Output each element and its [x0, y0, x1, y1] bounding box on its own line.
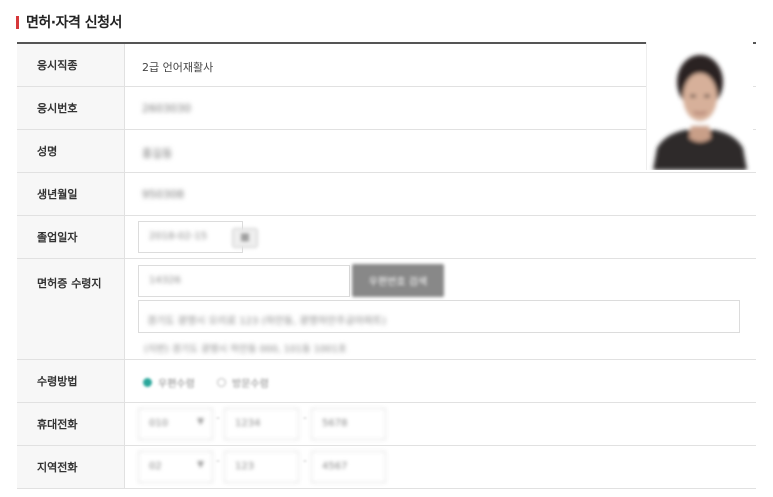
mobile-prefix-select[interactable]: 010 ▼ — [138, 408, 213, 440]
label-exam-number: 응시번호 — [17, 87, 125, 129]
label-mobile-phone: 휴대전화 — [17, 403, 125, 445]
label-exam-type: 응시직종 — [17, 44, 125, 86]
phone-separator: - — [216, 411, 220, 424]
label-license-address: 면허증 수령지 — [17, 259, 125, 359]
calendar-icon[interactable]: ▦ — [232, 228, 258, 248]
mobile-middle-value: 1234 — [235, 418, 261, 429]
chevron-down-icon: ▼ — [197, 460, 204, 470]
application-form-page: 면허·자격 신청서 응시직종 2급 언어재활사 응시번호 2603030 성명 … — [0, 0, 773, 497]
road-address-input[interactable]: 경기도 광명시 오리로 123 (하안동, 광명하안주공아파트) — [138, 300, 740, 333]
title-accent-bar — [16, 15, 19, 29]
mobile-prefix-value: 010 — [149, 418, 169, 429]
row-local-phone: 지역전화 02 ▼ - 123 - 4567 — [17, 446, 756, 489]
local-middle-value: 123 — [235, 461, 255, 472]
local-prefix-value: 02 — [149, 461, 162, 472]
row-mobile-phone: 휴대전화 010 ▼ - 1234 - 5678 — [17, 403, 756, 446]
value-birth-date: 950308 — [142, 188, 184, 201]
cell-license-address: 14326 우편번호 검색 경기도 광명시 오리로 123 (하안동, 광명하안… — [125, 259, 756, 359]
radio-selected-indicator — [143, 378, 152, 387]
local-last-input[interactable]: 4567 — [311, 451, 386, 483]
cell-receive-method: 우편수령 방문수령 — [125, 360, 756, 402]
value-exam-type: 2급 언어재활사 — [142, 61, 214, 74]
road-address-value: 경기도 광명시 오리로 123 (하안동, 광명하안주공아파트) — [147, 316, 387, 327]
local-middle-input[interactable]: 123 — [224, 451, 299, 483]
label-receive-method: 수령방법 — [17, 360, 125, 402]
phone-separator: - — [216, 454, 220, 467]
local-last-value: 4567 — [322, 461, 348, 472]
graduation-date-value: 2018-02-15 — [149, 231, 208, 242]
radio-mail-label: 우편수령 — [158, 379, 195, 390]
applicant-photo-image — [647, 42, 753, 170]
form-title-row: 면허·자격 신청서 — [16, 12, 122, 32]
radio-unselected-indicator — [217, 378, 226, 387]
applicant-photo — [646, 42, 753, 170]
local-prefix-select[interactable]: 02 ▼ — [138, 451, 213, 483]
mobile-last-input[interactable]: 5678 — [311, 408, 386, 440]
mobile-middle-input[interactable]: 1234 — [224, 408, 299, 440]
phone-separator: - — [303, 411, 307, 424]
mobile-last-value: 5678 — [322, 418, 348, 429]
cell-mobile-phone: 010 ▼ - 1234 - 5678 — [125, 403, 756, 445]
value-exam-number: 2603030 — [142, 102, 191, 115]
label-name: 성명 — [17, 130, 125, 172]
chevron-down-icon: ▼ — [197, 417, 204, 427]
value-name: 홍길동 — [142, 147, 173, 160]
label-local-phone: 지역전화 — [17, 446, 125, 488]
radio-visit-receive[interactable]: 방문수령 — [217, 375, 269, 390]
row-graduation-date: 졸업일자 2018-02-15 ▦ — [17, 216, 756, 259]
zipcode-input[interactable]: 14326 — [138, 265, 350, 297]
cell-graduation-date: 2018-02-15 ▦ — [125, 216, 756, 258]
zipcode-value: 14326 — [149, 275, 181, 286]
label-graduation-date: 졸업일자 — [17, 216, 125, 258]
row-birth-date: 생년월일 950308 — [17, 173, 756, 216]
phone-separator: - — [303, 454, 307, 467]
label-birth-date: 생년월일 — [17, 173, 125, 215]
row-receive-method: 수령방법 우편수령 방문수령 — [17, 360, 756, 403]
zipcode-search-button[interactable]: 우편번호 검색 — [352, 264, 444, 297]
graduation-date-input[interactable]: 2018-02-15 — [138, 221, 243, 253]
form-title: 면허·자격 신청서 — [26, 15, 122, 31]
radio-visit-label: 방문수령 — [232, 379, 269, 390]
radio-mail-receive[interactable]: 우편수령 — [143, 375, 195, 390]
row-license-address: 면허증 수령지 14326 우편번호 검색 경기도 광명시 오리로 123 (하… — [17, 259, 756, 360]
cell-birth-date: 950308 — [125, 173, 756, 215]
cell-local-phone: 02 ▼ - 123 - 4567 — [125, 446, 756, 488]
jibun-address-text: (지번) 경기도 광명시 하안동 000, 101동 1001호 — [144, 344, 347, 355]
